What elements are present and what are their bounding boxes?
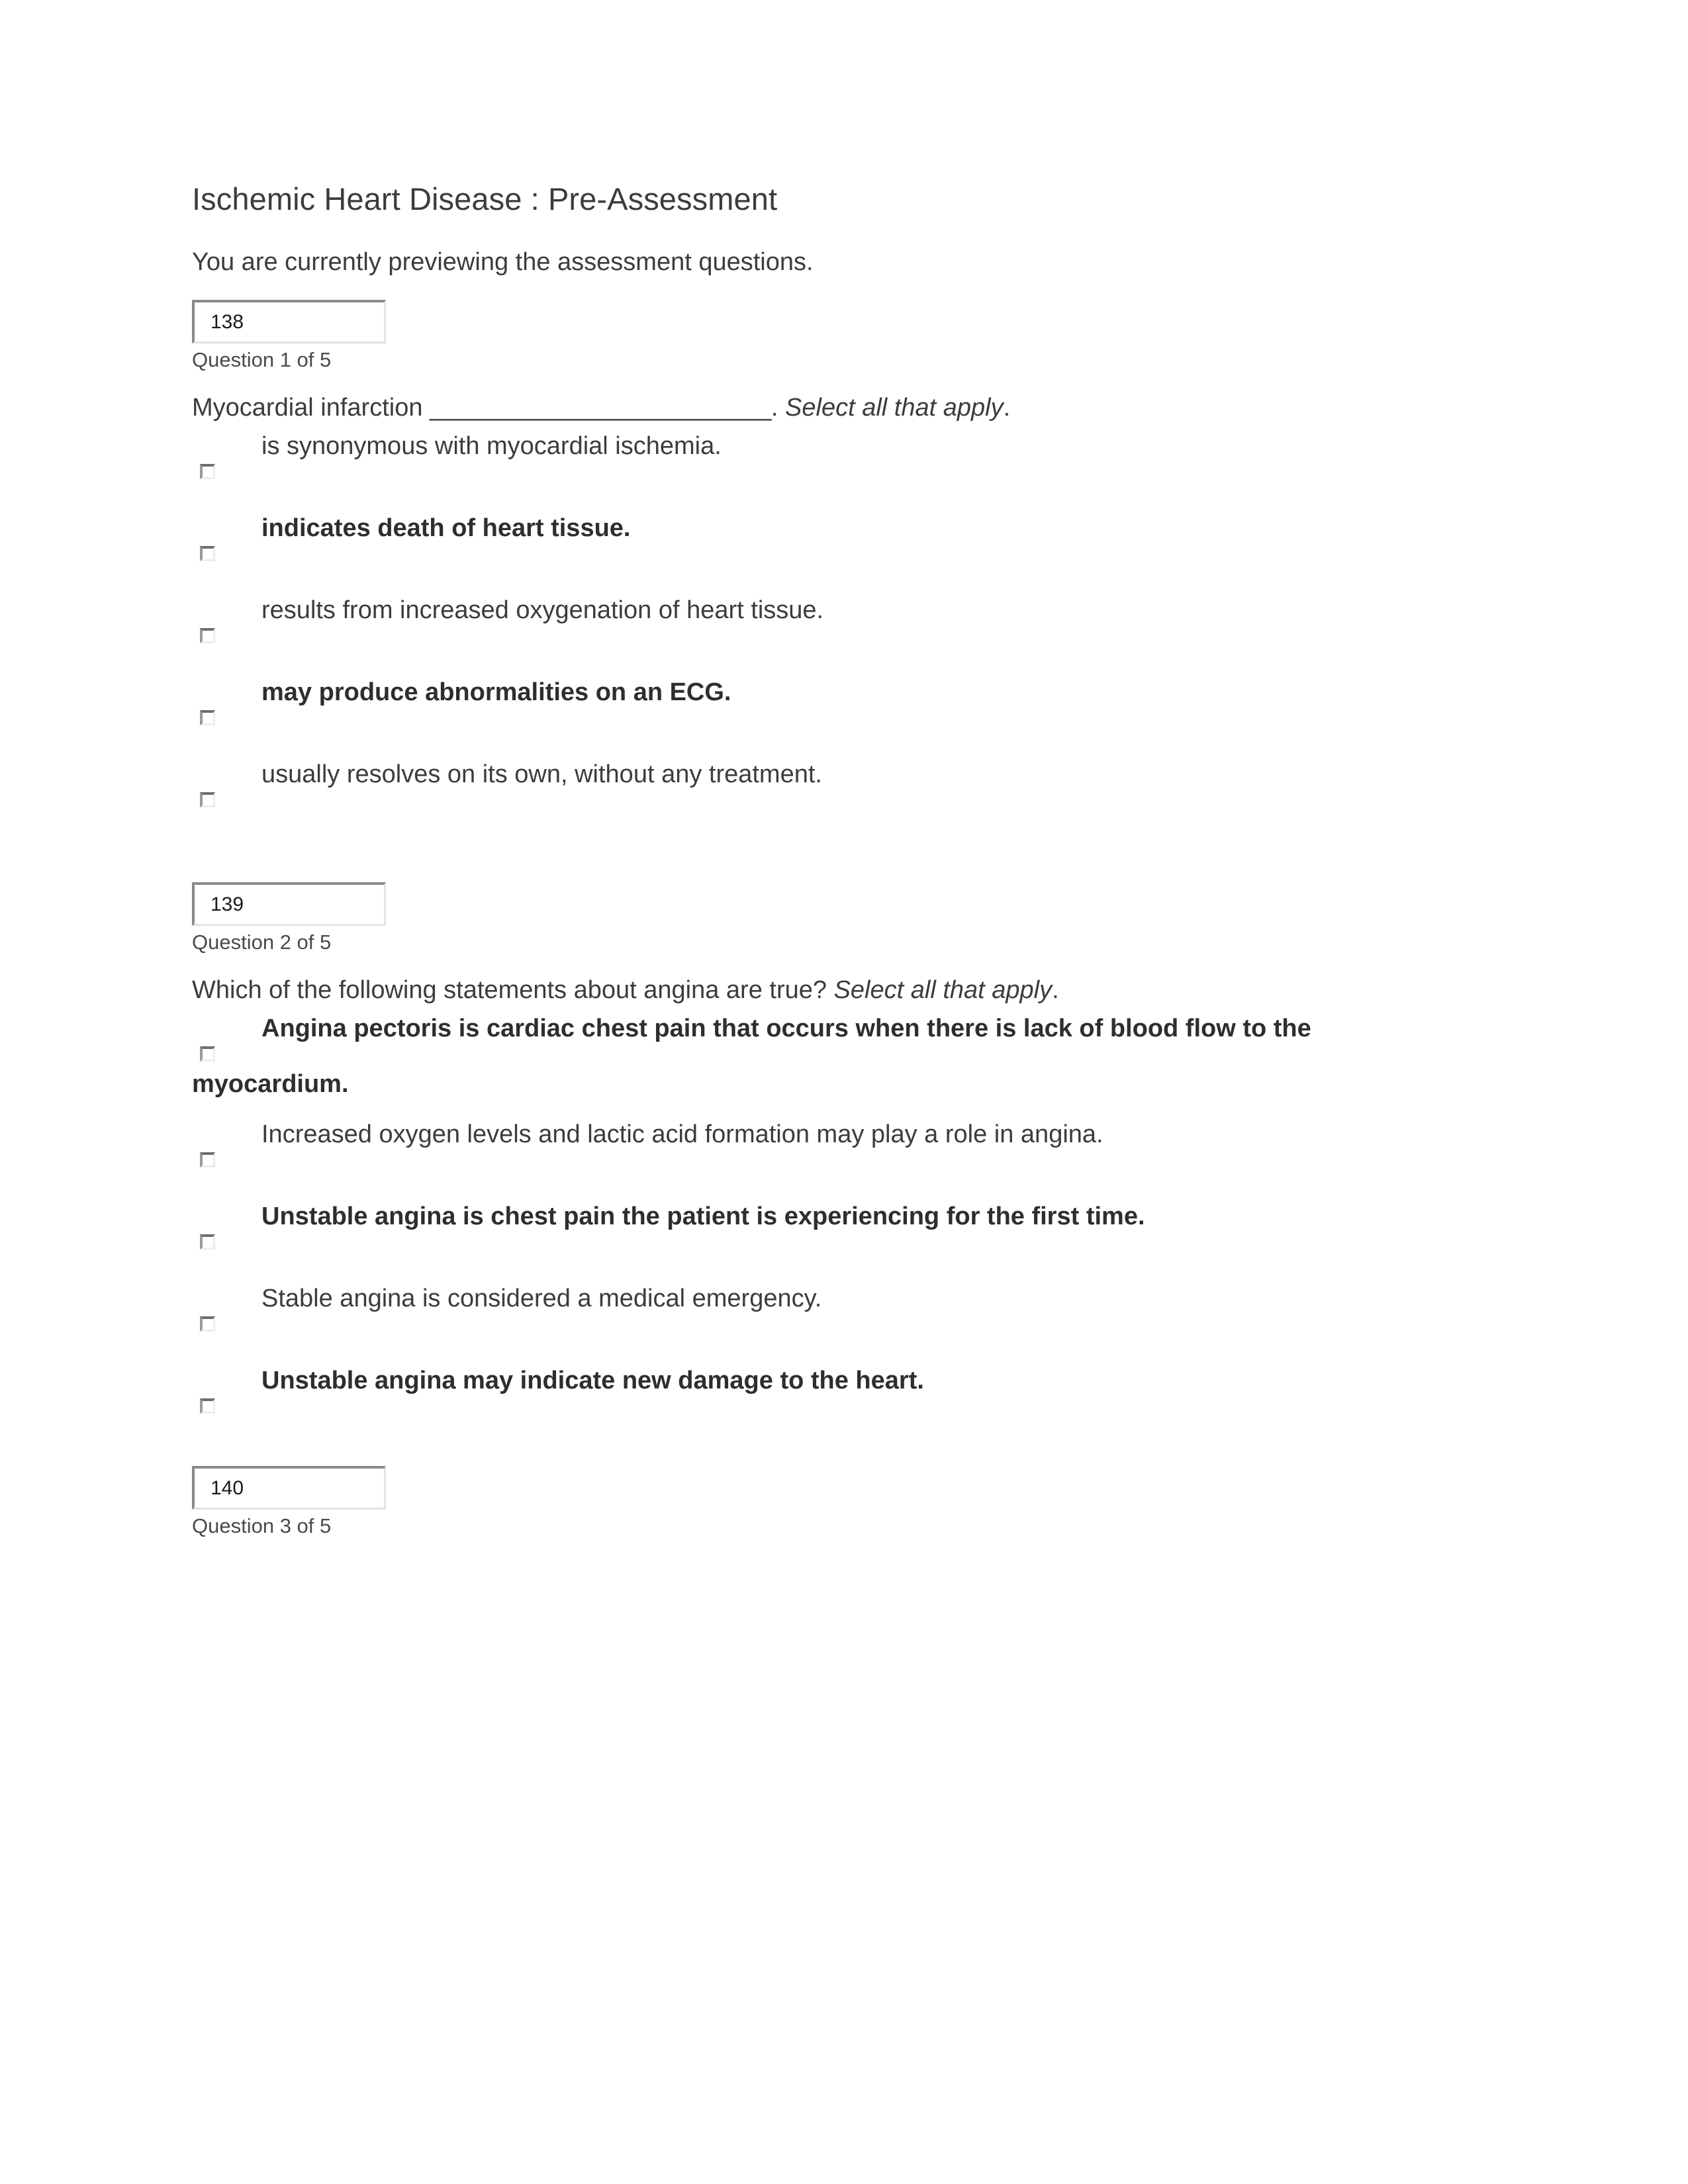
checkbox-icon[interactable] (200, 464, 215, 479)
options-list-1: is synonymous with myocardial ischemia. … (192, 420, 1450, 819)
stem-prefix: Which of the following statements about … (192, 976, 834, 1004)
question-position-label-2: Question 2 of 5 (192, 931, 332, 954)
checkbox-row (192, 1393, 1450, 1424)
checkbox-icon[interactable] (200, 1152, 215, 1167)
options-list-2: Angina pectoris is cardiac chest pain th… (192, 1003, 1450, 1425)
checkbox-icon[interactable] (200, 792, 215, 807)
option-label: Unstable angina may indicate new damage … (261, 1367, 924, 1394)
checkbox-row (192, 1229, 1450, 1259)
option-row[interactable]: Unstable angina is chest pain the patien… (192, 1204, 1450, 1261)
option-row[interactable]: results from increased oxygenation of he… (192, 598, 1450, 655)
document-content: Ischemic Heart Disease : Pre-Assessment … (192, 0, 1450, 1536)
stem-instruction: Select all that apply (833, 976, 1053, 1004)
checkbox-icon[interactable] (200, 1046, 215, 1062)
question-position-label-3: Question 3 of 5 (192, 1514, 332, 1537)
question-stem-2: Which of the following statements about … (192, 952, 1450, 1003)
checkbox-row (192, 1147, 1450, 1177)
checkbox-row (192, 787, 1450, 817)
checkbox-icon[interactable] (200, 1234, 215, 1250)
checkbox-row (192, 705, 1450, 735)
checkbox-row (192, 541, 1450, 571)
option-row[interactable]: usually resolves on its own, without any… (192, 762, 1450, 819)
option-label: usually resolves on its own, without any… (261, 760, 822, 788)
checkbox-icon[interactable] (200, 628, 215, 643)
option-label-continuation: myocardium. (192, 1070, 349, 1098)
option-label: may produce abnormalities on an ECG. (261, 678, 731, 706)
option-label: indicates death of heart tissue. (261, 514, 631, 542)
option-label: Angina pectoris is cardiac chest pain th… (261, 1015, 1311, 1042)
checkbox-icon[interactable] (200, 546, 215, 561)
stem-end: . (1052, 976, 1059, 1004)
assessment-page: Ischemic Heart Disease : Pre-Assessment … (0, 0, 1688, 2184)
option-row[interactable]: indicates death of heart tissue. (192, 516, 1450, 572)
page-title: Ischemic Heart Disease : Pre-Assessment (192, 181, 778, 216)
question-position-label-1: Question 1 of 5 (192, 348, 332, 371)
option-label: Increased oxygen levels and lactic acid … (261, 1120, 1103, 1148)
option-row[interactable]: Angina pectoris is cardiac chest pain th… (192, 1016, 1450, 1097)
checkbox-row (192, 1311, 1450, 1342)
answer-blank: _________________________ (430, 394, 771, 422)
checkbox-row (192, 1041, 1450, 1071)
question-id-field-3[interactable]: 140 (192, 1466, 386, 1510)
option-label: is synonymous with myocardial ischemia. (261, 432, 722, 460)
option-label: results from increased oxygenation of he… (261, 596, 824, 624)
option-row[interactable]: may produce abnormalities on an ECG. (192, 680, 1450, 737)
option-row[interactable]: Unstable angina may indicate new damage … (192, 1368, 1450, 1425)
checkbox-icon[interactable] (200, 1316, 215, 1332)
preview-notice: You are currently previewing the assessm… (192, 248, 814, 276)
checkbox-row (192, 623, 1450, 653)
stem-instruction: Select all that apply (785, 394, 1004, 422)
option-label: Stable angina is considered a medical em… (261, 1285, 822, 1312)
option-label: Unstable angina is chest pain the patien… (261, 1203, 1145, 1230)
stem-prefix: Myocardial infarction (192, 394, 430, 422)
question-id-field-2[interactable]: 139 (192, 882, 386, 926)
option-row[interactable]: is synonymous with myocardial ischemia. (192, 433, 1450, 490)
question-id-field-1[interactable]: 138 (192, 300, 386, 343)
question-stem-1: Myocardial infarction __________________… (192, 370, 1450, 420)
option-row[interactable]: Stable angina is considered a medical em… (192, 1286, 1450, 1343)
checkbox-icon[interactable] (200, 710, 215, 725)
option-row[interactable]: Increased oxygen levels and lactic acid … (192, 1122, 1450, 1179)
checkbox-icon[interactable] (200, 1398, 215, 1414)
stem-end: . (1003, 394, 1011, 422)
checkbox-row (192, 459, 1450, 489)
stem-suffix: . (771, 394, 786, 422)
